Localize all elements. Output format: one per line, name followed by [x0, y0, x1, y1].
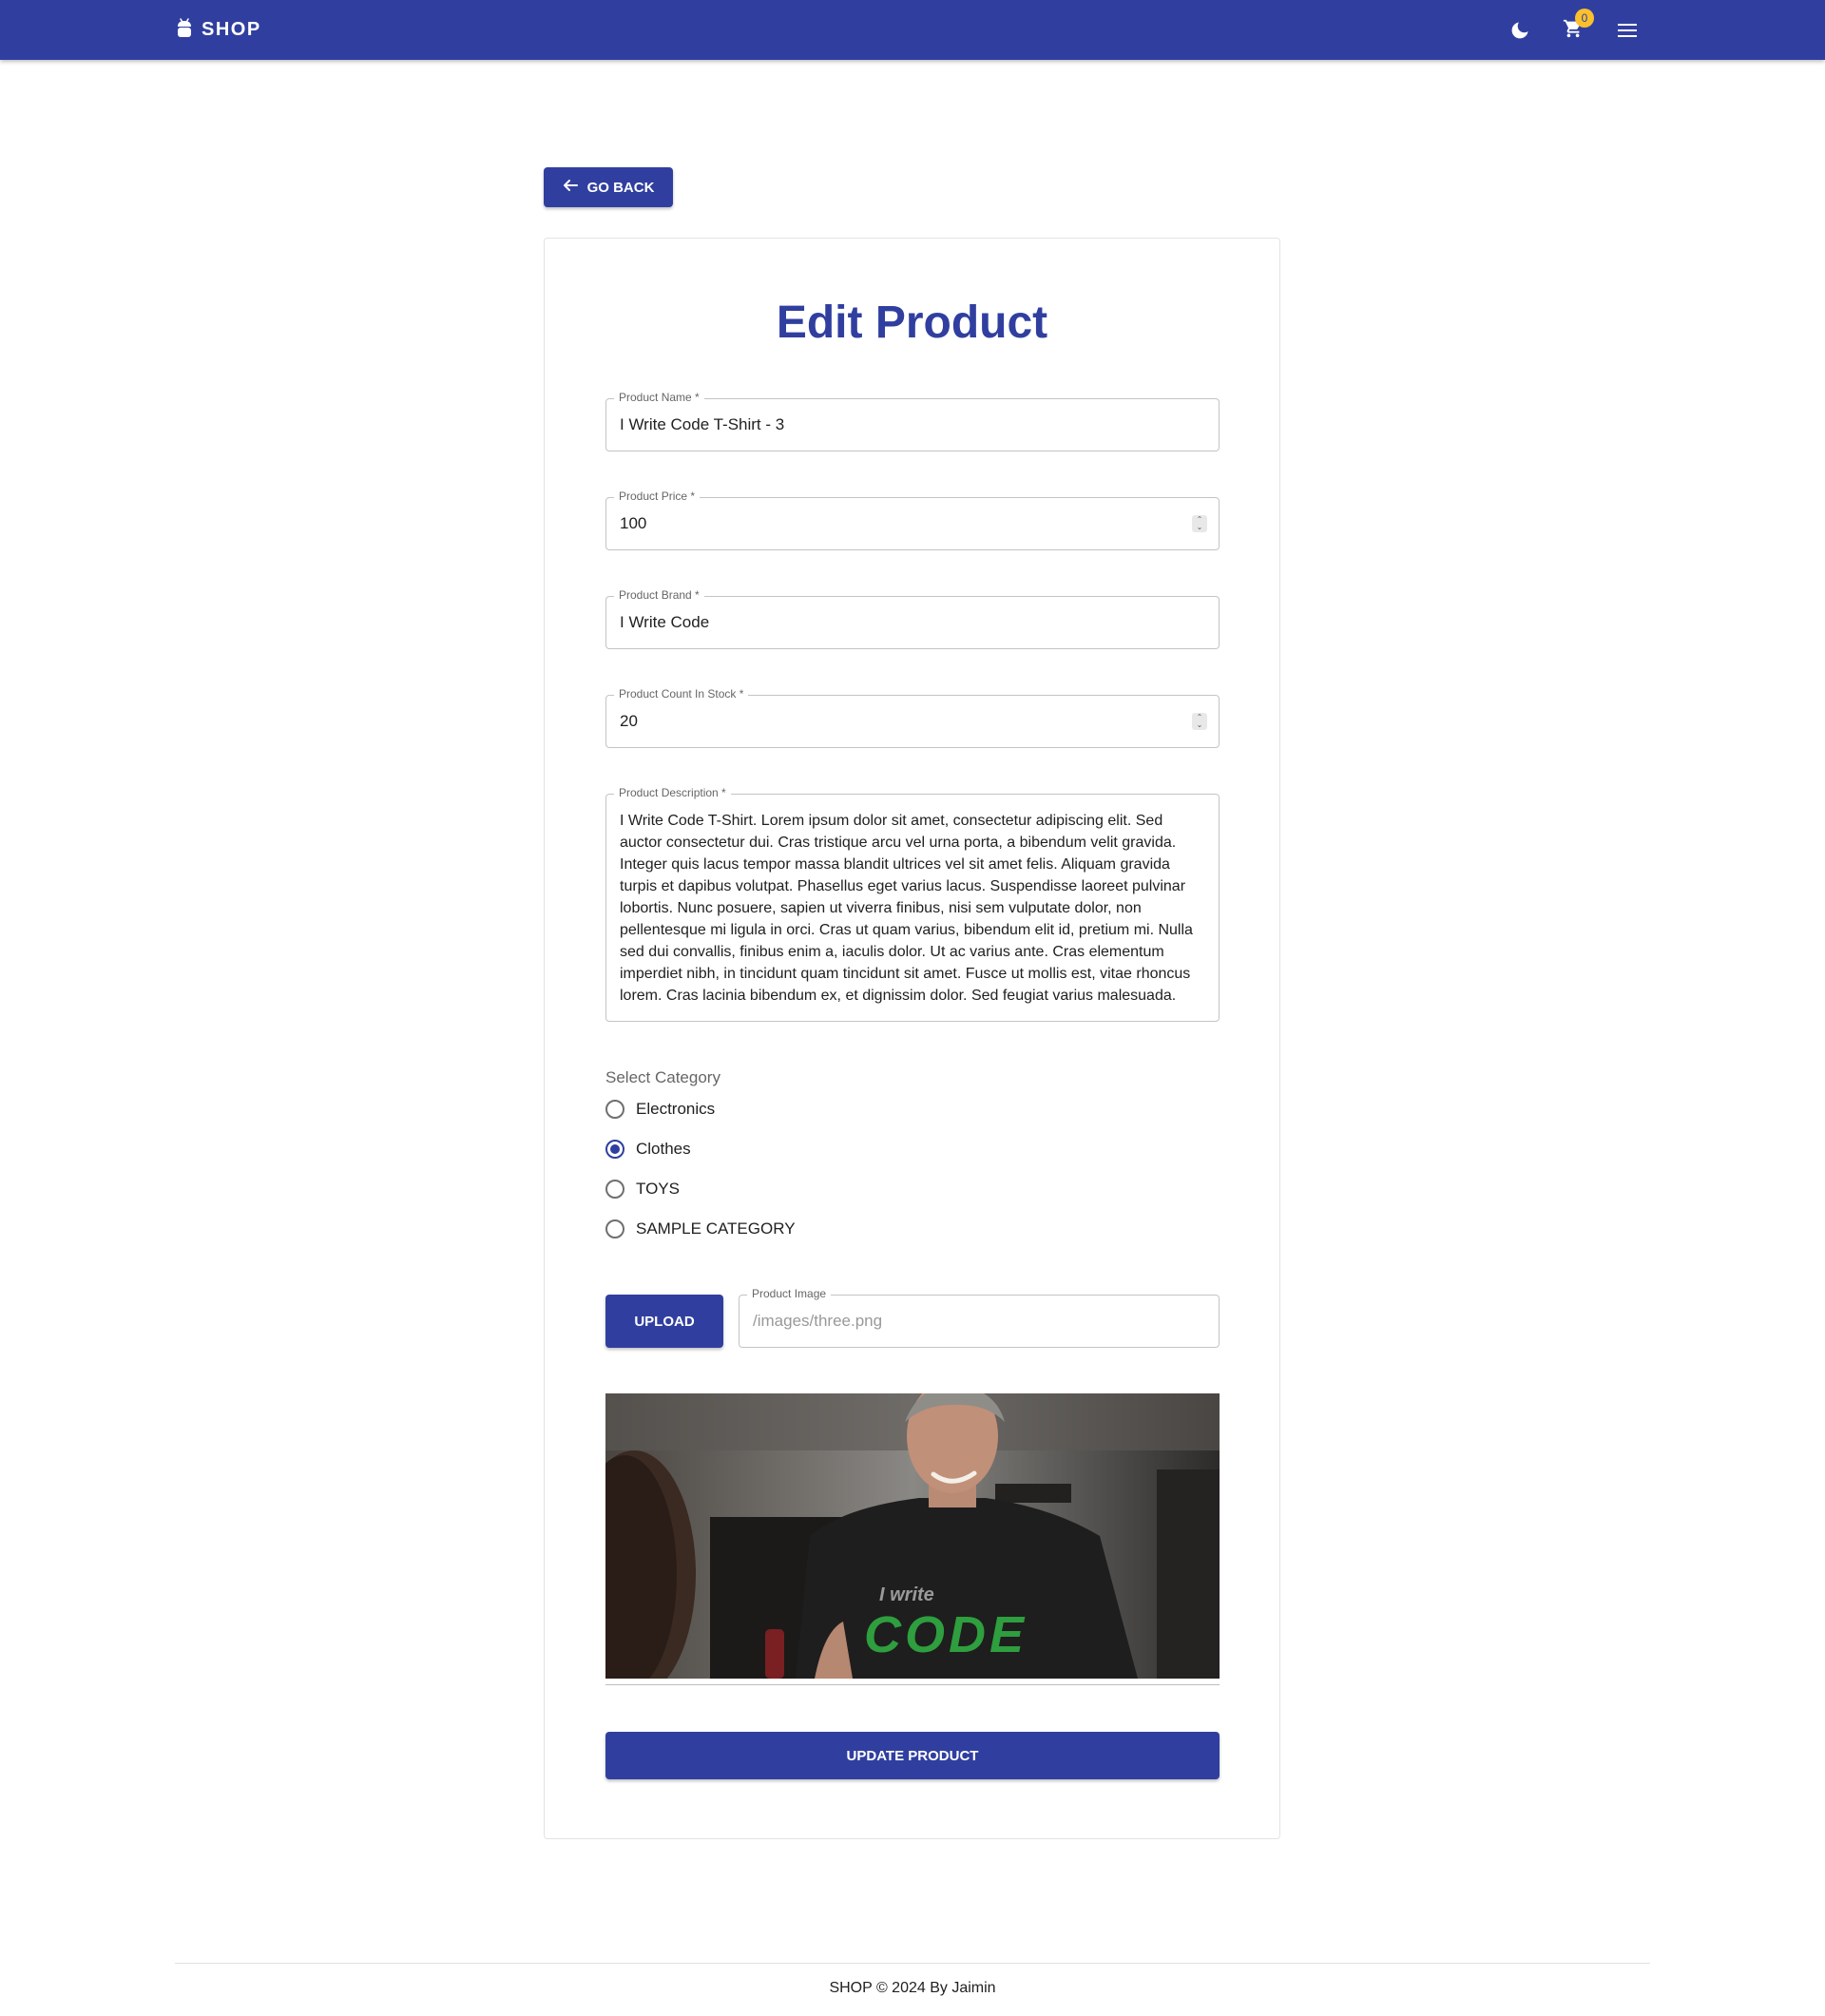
- shirt-text-line2: CODE: [864, 1606, 1028, 1663]
- category-option-clothes[interactable]: Clothes: [605, 1135, 691, 1163]
- footer-text: SHOP © 2024 By Jaimin: [829, 1980, 996, 1996]
- product-description-field[interactable]: Product Description * I Write Code T-Shi…: [605, 786, 1220, 1022]
- price-stepper-icon[interactable]: ⌃ ⌄: [1192, 515, 1207, 532]
- category-option-label: SAMPLE CATEGORY: [636, 1219, 796, 1238]
- product-name-field[interactable]: Product Name * I Write Code T-Shirt - 3: [605, 391, 1220, 451]
- category-option-label: TOYS: [636, 1180, 680, 1198]
- radio-icon[interactable]: [605, 1100, 624, 1119]
- product-stock-field[interactable]: Product Count In Stock * 20 ⌃ ⌄: [605, 687, 1220, 748]
- product-image-field[interactable]: Product Image /images/three.png: [739, 1287, 1220, 1348]
- go-back-button[interactable]: GO BACK: [544, 167, 673, 207]
- product-price-field[interactable]: Product Price * 100 ⌃ ⌄: [605, 490, 1220, 550]
- page-title: Edit Product: [776, 298, 1048, 348]
- product-brand-value[interactable]: I Write Code: [620, 597, 709, 648]
- category-label: Select Category: [605, 1068, 720, 1086]
- arrow-left-icon: [563, 178, 578, 197]
- product-description-label: Product Description *: [614, 786, 731, 799]
- hamburger-menu-icon[interactable]: [1613, 16, 1642, 45]
- product-brand-field[interactable]: Product Brand * I Write Code: [605, 588, 1220, 649]
- product-description-value[interactable]: I Write Code T-Shirt. Lorem ipsum dolor …: [620, 810, 1209, 1007]
- category-option-toys[interactable]: TOYS: [605, 1175, 680, 1203]
- footer-divider: [175, 1963, 1650, 1964]
- cart-button[interactable]: 0: [1559, 9, 1594, 45]
- app-bar: SHOP 0: [0, 0, 1825, 60]
- product-image-preview: I write CODE: [605, 1393, 1220, 1679]
- product-image-value[interactable]: /images/three.png: [753, 1296, 882, 1347]
- category-option-label: Electronics: [636, 1100, 716, 1118]
- product-name-value[interactable]: I Write Code T-Shirt - 3: [620, 399, 784, 451]
- brand-title: SHOP: [202, 19, 261, 40]
- category-option-sample[interactable]: SAMPLE CATEGORY: [605, 1215, 796, 1243]
- go-back-label: GO BACK: [586, 179, 655, 196]
- update-product-button[interactable]: UPDATE PRODUCT: [605, 1732, 1220, 1779]
- product-price-value[interactable]: 100: [620, 498, 646, 549]
- moon-icon[interactable]: [1506, 16, 1534, 45]
- category-option-electronics[interactable]: Electronics: [605, 1095, 715, 1123]
- radio-icon[interactable]: [605, 1180, 624, 1199]
- android-icon: [177, 18, 192, 42]
- radio-icon[interactable]: [605, 1219, 624, 1238]
- shirt-text-line1: I write: [879, 1584, 934, 1605]
- category-option-label: Clothes: [636, 1140, 691, 1158]
- stock-stepper-icon[interactable]: ⌃ ⌄: [1192, 713, 1207, 730]
- product-stock-value[interactable]: 20: [620, 696, 638, 747]
- image-divider: [605, 1684, 1220, 1685]
- upload-button[interactable]: UPLOAD: [605, 1295, 723, 1348]
- cart-count-badge: 0: [1575, 9, 1594, 28]
- radio-checked-icon[interactable]: [605, 1140, 624, 1159]
- brand-link[interactable]: SHOP: [177, 0, 261, 60]
